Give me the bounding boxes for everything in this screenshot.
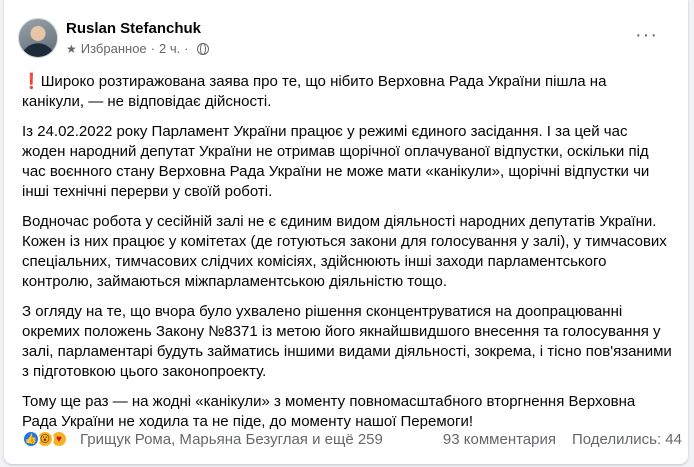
- author-name[interactable]: Ruslan Stefanchuk: [66, 19, 209, 38]
- paragraph-text: Широко розтиражована заява про те, що ні…: [22, 73, 607, 110]
- post-card: Ruslan Stefanchuk ★ Избранное · 2 ч. · ·…: [4, 0, 688, 464]
- audience-label: Избранное: [80, 41, 147, 56]
- post-paragraph: З огляду на те, що вчора було ухвалено р…: [22, 303, 672, 380]
- post-subline: ★ Избранное · 2 ч. ·: [66, 41, 209, 57]
- more-options-icon[interactable]: ···: [635, 25, 658, 45]
- post-paragraph: Водночас робота у сесійній залі не є єди…: [22, 213, 667, 290]
- shares-count[interactable]: Поделились: 44: [572, 431, 682, 448]
- reactors-summary[interactable]: Грищук Рома, Марьяна Безуглая и ещё 259: [80, 431, 383, 448]
- post-footer: 👍 😮 ♥ Грищук Рома, Марьяна Безуглая и ещ…: [22, 430, 682, 448]
- post-body: ❗Широко розтиражована заява про те, що н…: [22, 72, 672, 442]
- comments-count[interactable]: 93 комментария: [443, 431, 556, 448]
- post-paragraph: ❗Широко розтиражована заява про те, що н…: [22, 72, 672, 112]
- like-reaction-icon: 👍: [22, 430, 40, 448]
- star-icon: ★: [66, 42, 77, 56]
- post-meta: Ruslan Stefanchuk ★ Избранное · 2 ч. ·: [66, 19, 209, 57]
- separator-dot: ·: [150, 41, 155, 56]
- post-paragraph: Із 24.02.2022 року Парламент України пра…: [22, 123, 650, 200]
- reaction-icons[interactable]: 👍 😮 ♥: [22, 430, 68, 448]
- post-header: Ruslan Stefanchuk ★ Избранное · 2 ч. ·: [18, 18, 209, 58]
- exclamation-icon: ❗: [22, 73, 41, 90]
- post-paragraph: Тому ще раз — на жодні «канікули» з моме…: [22, 393, 636, 430]
- globe-icon[interactable]: [196, 43, 209, 55]
- post-time[interactable]: 2 ч.: [159, 41, 180, 57]
- author-avatar[interactable]: [18, 18, 58, 58]
- separator-dot: ·: [184, 41, 189, 56]
